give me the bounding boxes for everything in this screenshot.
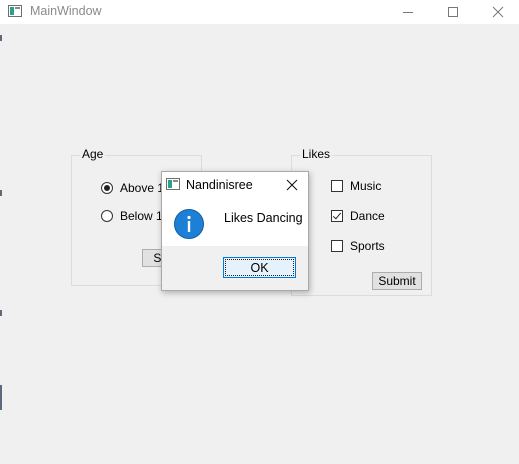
maximize-button[interactable] [430,0,476,24]
dialog-title: Nandinisree [186,178,253,192]
checkbox-indicator[interactable] [331,240,343,252]
minimize-icon [403,12,413,13]
checkbox-sports[interactable]: Sports [331,239,385,253]
close-icon [492,6,504,18]
window-title: MainWindow [30,4,102,18]
ok-button[interactable]: OK [223,257,296,278]
checkbox-label: Music [350,179,382,193]
checkbox-indicator[interactable] [331,180,343,192]
radio-indicator[interactable] [101,210,113,222]
likes-groupbox: Likes Music Dance Sports Submit [291,147,432,296]
radio-indicator[interactable] [101,182,113,194]
app-icon [8,5,22,17]
age-group-title: Age [80,147,106,161]
dialog-title-bar: Nandinisree [162,172,308,198]
likes-group-title: Likes [300,147,333,161]
title-bar: MainWindow [0,0,519,24]
close-icon [286,179,298,191]
maximize-icon [448,7,458,17]
window-edge-mark [0,385,2,410]
dialog-body: Likes Dancing [162,198,308,246]
window-edge-mark [0,310,2,316]
window-edge-mark [0,35,2,41]
checkbox-music[interactable]: Music [331,179,381,193]
close-button[interactable] [475,0,519,24]
minimize-button[interactable] [385,0,431,24]
app-icon [166,178,180,190]
checkbox-indicator[interactable] [331,210,343,222]
radio-below-18[interactable]: Below 18 [101,209,169,223]
checkbox-label: Dance [350,209,385,223]
likes-submit-button[interactable]: Submit [372,272,422,290]
checkbox-dance[interactable]: Dance [331,209,385,223]
window-edge-mark [0,190,2,196]
message-dialog: Nandinisree Likes Dancing OK [161,171,309,291]
dialog-message: Likes Dancing [224,211,303,225]
dialog-close-button[interactable] [280,175,304,195]
checkbox-label: Sports [350,239,385,253]
info-icon [174,209,204,239]
